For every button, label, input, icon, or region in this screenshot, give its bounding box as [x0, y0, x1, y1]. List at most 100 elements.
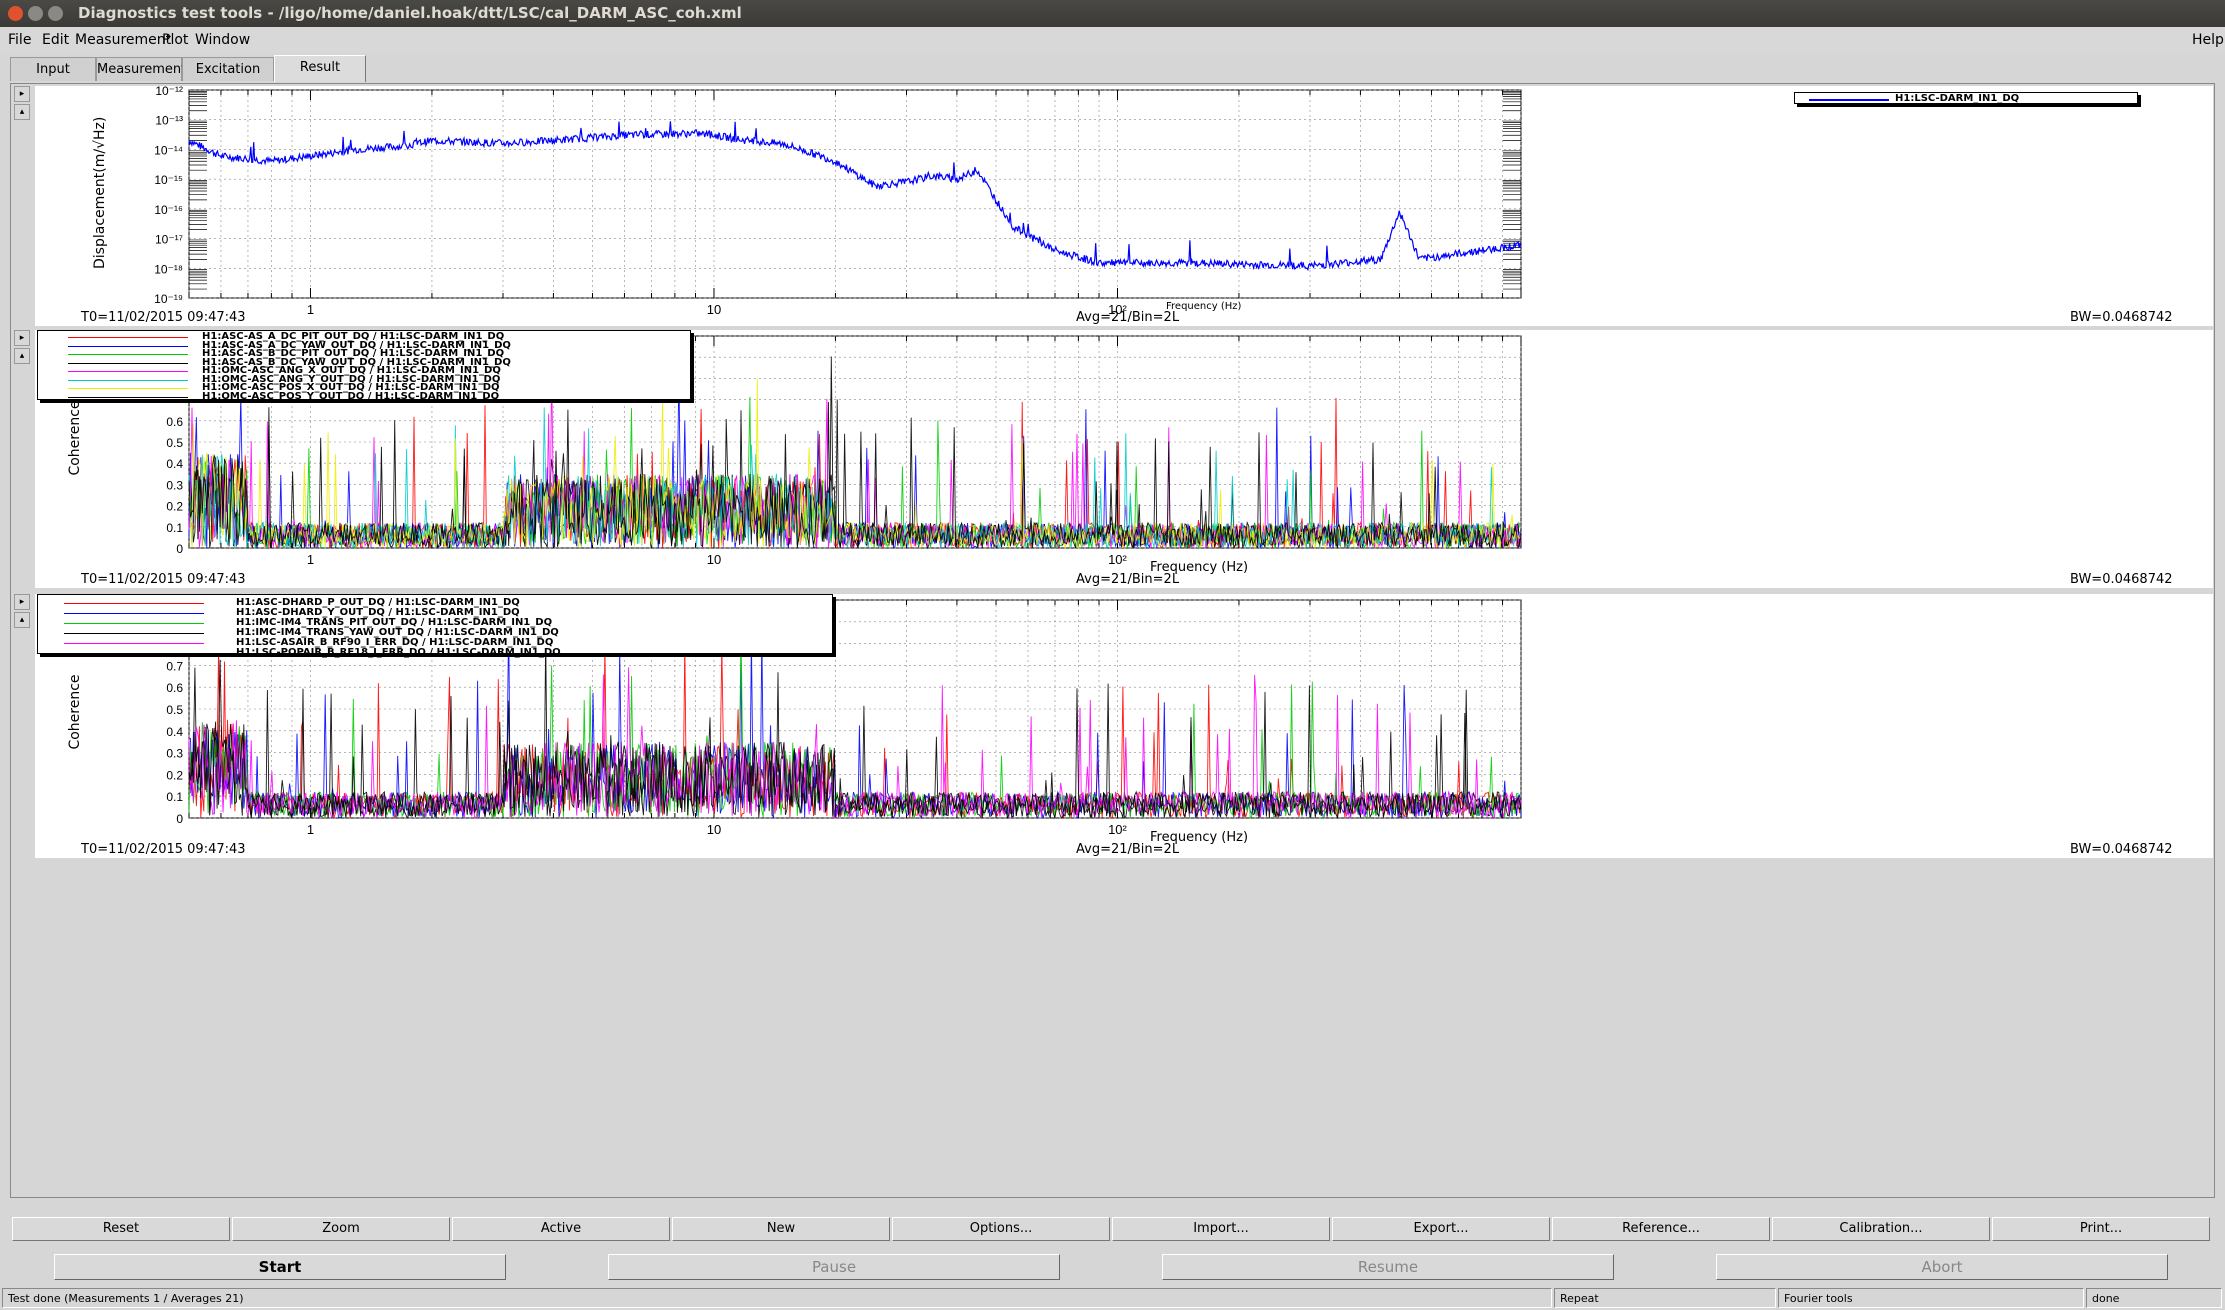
y-tick-label: 0.7 — [166, 659, 183, 673]
status-state: done — [2086, 1288, 2222, 1308]
export-button[interactable]: Export... — [1332, 1217, 1550, 1241]
options-button[interactable]: Options... — [892, 1217, 1110, 1241]
avg-label: Avg=21/Bin=2L — [1076, 572, 1180, 587]
tab-excitation[interactable]: Excitation — [182, 57, 274, 81]
avg-label: Avg=21/Bin=2L — [1076, 310, 1180, 325]
panel2-expand-icon[interactable]: ▸ — [14, 330, 30, 346]
legend-line — [64, 633, 204, 634]
y-axis-label: Coherence — [67, 674, 83, 750]
bw-label: BW=0.0468742 — [2070, 572, 2173, 587]
zoom-button[interactable]: Zoom — [232, 1217, 450, 1241]
reference-button[interactable]: Reference... — [1552, 1217, 1770, 1241]
displacement-chart[interactable]: 1 10 10²10⁻¹²10⁻¹³10⁻¹⁴10⁻¹⁵10⁻¹⁶10⁻¹⁷10⁻¹… — [35, 86, 2213, 326]
x-tick-label: 1 — [307, 552, 314, 567]
x-tick-label: 10² — [1108, 552, 1127, 567]
x-tick-label: 10 — [707, 822, 721, 837]
legend-line — [68, 345, 188, 347]
y-tick-label: 10⁻¹² — [155, 86, 183, 98]
bw-label: BW=0.0468742 — [2070, 310, 2173, 325]
close-icon[interactable] — [8, 6, 23, 21]
y-tick-label: 0.4 — [166, 725, 183, 739]
menu-plot[interactable]: Plot — [162, 32, 188, 48]
start-button[interactable]: Start — [54, 1254, 506, 1280]
x-tick-label: 10² — [1108, 822, 1127, 837]
legend-box[interactable]: H1:ASC-AS_A_DC_PIT_OUT_DQ / H1:LSC-DARM_… — [37, 330, 691, 402]
window-titlebar: Diagnostics test tools - /ligo/home/dani… — [0, 0, 2225, 27]
panel3-expand-icon[interactable]: ▸ — [14, 594, 30, 610]
legend-line — [68, 388, 188, 389]
tab-measurement[interactable]: Measurement — [96, 57, 186, 81]
legend-box[interactable]: H1:ASC-DHARD_P_OUT_DQ / H1:LSC-DARM_IN1_… — [37, 594, 833, 658]
legend-line — [68, 354, 188, 355]
series-line — [188, 635, 1522, 820]
y-tick-label: 10⁻¹⁸ — [154, 262, 183, 276]
y-tick-label: 0.3 — [166, 747, 183, 761]
panel1-collapse-icon[interactable]: ▴ — [14, 104, 30, 120]
y-tick-label: 0.2 — [166, 500, 183, 514]
legend-line — [68, 396, 188, 398]
legend-line — [64, 653, 204, 654]
legend-label: H1:LSC-DARM_IN1_DQ — [1895, 93, 2020, 104]
t0-label: T0=11/02/2015 09:47:43 — [81, 842, 246, 857]
t0-label: T0=11/02/2015 09:47:43 — [81, 572, 246, 587]
x-tick-label: 1 — [307, 302, 314, 317]
legend-line — [64, 603, 204, 604]
new-button[interactable]: New — [672, 1217, 890, 1241]
x-tick-label: 10 — [707, 552, 721, 567]
abort-button[interactable]: Abort — [1716, 1254, 2168, 1280]
active-button[interactable]: Active — [452, 1217, 670, 1241]
bw-label: BW=0.0468742 — [2070, 842, 2173, 857]
minimize-icon[interactable] — [28, 6, 43, 21]
legend-line — [68, 371, 188, 372]
plot-panel-coherence-asc[interactable]: 1 10 10² 0 0.1 0.2 0.3 0.4 0.5 0.6 Coherence T0=1… — [35, 330, 2213, 588]
y-tick-label: 10⁻¹⁹ — [154, 292, 183, 306]
y-tick-label: 10⁻¹⁵ — [154, 173, 183, 187]
x-tick-label: 1 — [307, 822, 314, 837]
y-tick-label: 0.1 — [166, 521, 183, 535]
y-tick-label: 0.1 — [166, 790, 183, 804]
menu-help[interactable]: Help — [2192, 32, 2224, 48]
legend-line — [64, 643, 204, 644]
legend-entry: H1:LSC-DARM_IN1_DQ — [1795, 93, 2139, 105]
y-tick-label: 0.6 — [166, 415, 183, 429]
plot-panel-coherence-lsc[interactable]: 1 10 10² 0 0.1 0.2 0.3 0.4 0.5 0.6 0.7 Coherence T… — [35, 594, 2213, 858]
y-tick-label: 0.5 — [166, 436, 183, 450]
x-axis-label: Frequency (Hz) — [1166, 301, 1242, 312]
menu-window[interactable]: Window — [195, 32, 250, 48]
status-mode: Repeat — [1554, 1288, 1776, 1308]
y-axis-label: Displacement(m/√Hz) — [92, 116, 108, 269]
menu-edit[interactable]: Edit — [42, 32, 69, 48]
legend-line — [64, 623, 204, 624]
legend-label: H1:OMC-ASC_POS_Y_OUT_DQ / H1:LSC-DARM_IN… — [202, 390, 500, 402]
panel2-collapse-icon[interactable]: ▴ — [14, 348, 30, 364]
panel3-collapse-icon[interactable]: ▴ — [14, 612, 30, 628]
reset-button[interactable]: Reset — [12, 1217, 230, 1241]
series-line — [188, 121, 1522, 272]
result-area: ▸ ▴ ▸ ▴ ▸ ▴ 1 10 10² 10⁻¹² 10⁻¹³ 10⁻¹⁴ 10⁻¹⁵ 10… — [10, 83, 2215, 1198]
legend-box[interactable]: H1:LSC-DARM_IN1_DQ — [1794, 92, 2138, 104]
pause-button[interactable]: Pause — [608, 1254, 1060, 1280]
tab-result[interactable]: Result — [274, 55, 366, 82]
tab-bar: Input Measurement Excitation Result — [0, 53, 2225, 83]
x-tick-label: 10 — [707, 302, 721, 317]
maximize-icon[interactable] — [48, 6, 63, 21]
y-tick-label: 10⁻¹⁴ — [154, 143, 183, 157]
y-tick-label: 10⁻¹⁶ — [154, 203, 183, 217]
calibration-button[interactable]: Calibration... — [1772, 1217, 1990, 1241]
series-line — [188, 659, 1522, 820]
print-button[interactable]: Print... — [1992, 1217, 2210, 1241]
resume-button[interactable]: Resume — [1162, 1254, 1614, 1280]
plot-frame — [188, 89, 1522, 299]
menu-bar: File Edit Measurement Plot Window Help — [0, 27, 2225, 53]
status-bar: Test done (Measurements 1 / Averages 21)… — [0, 1288, 2225, 1310]
menu-measurement[interactable]: Measurement — [75, 32, 171, 48]
window-title: Diagnostics test tools - /ligo/home/dani… — [78, 4, 742, 22]
import-button[interactable]: Import... — [1112, 1217, 1330, 1241]
tab-input[interactable]: Input — [10, 57, 96, 81]
plot-button-row: Reset Zoom Active New Options... Import.… — [10, 1217, 2215, 1241]
menu-file[interactable]: File — [8, 32, 31, 48]
plot-panel-displacement[interactable]: 1 10 10² 10⁻¹² 10⁻¹³ 10⁻¹⁴ 10⁻¹⁵ 10⁻¹⁶ 10⁻¹⁷ 10⁻¹… — [35, 86, 2213, 326]
legend-line — [64, 613, 204, 614]
status-message: Test done (Measurements 1 / Averages 21) — [2, 1288, 1552, 1308]
panel1-expand-icon[interactable]: ▸ — [14, 86, 30, 102]
